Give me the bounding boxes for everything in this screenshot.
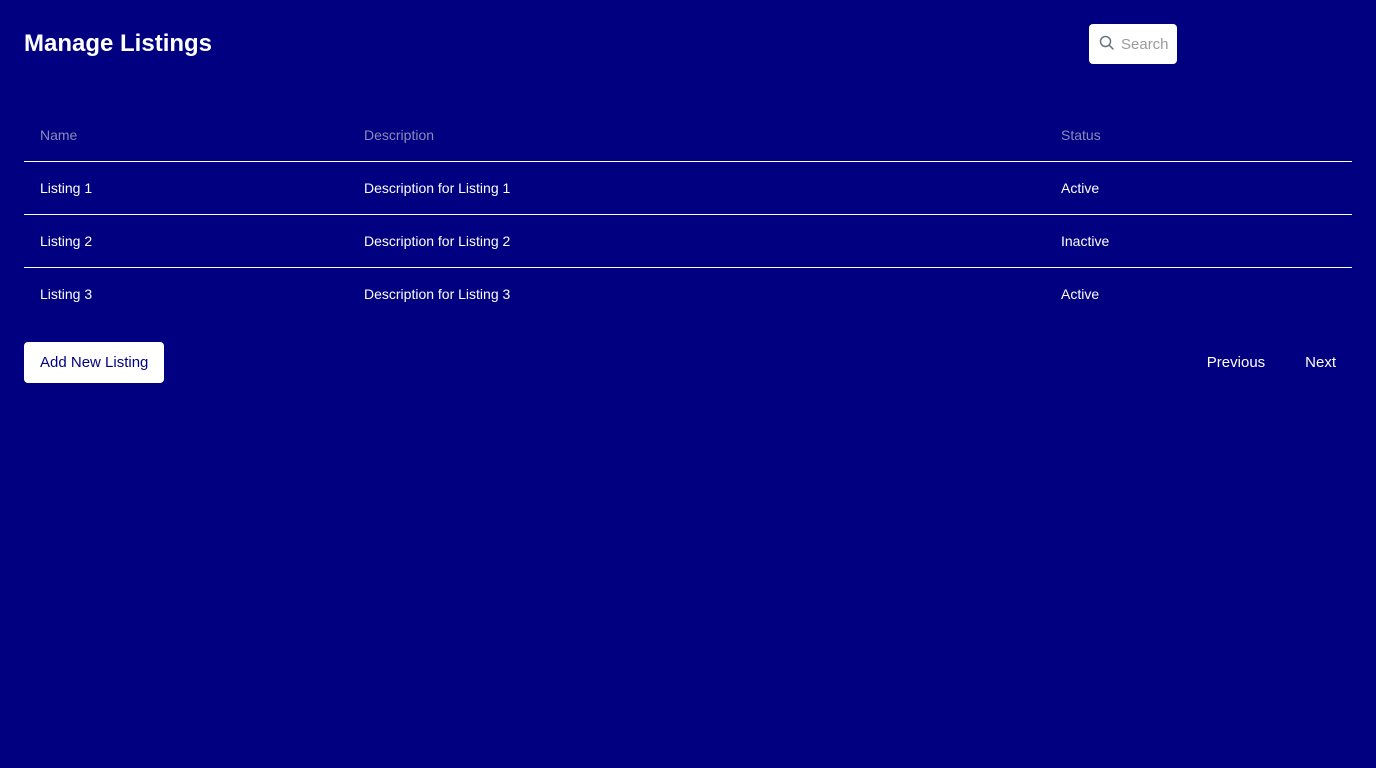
listing-name: Listing 1 [24,161,348,215]
add-new-listing-button[interactable]: Add New Listing [24,342,165,383]
table-row: Listing 1 Description for Listing 1 Acti… [24,161,1352,215]
listing-description: Description for Listing 3 [364,285,511,302]
search-box[interactable] [1089,24,1177,64]
listing-description: Description for Listing 2 [348,214,1045,268]
page-title: Manage Listings [24,30,213,57]
listing-name: Listing 3 [40,285,93,302]
listing-status: Active [1045,161,1352,215]
column-header-description: Description [348,110,1045,162]
search-icon [1099,35,1115,51]
column-header-name: Name [24,110,348,162]
column-header-status: Status [1045,110,1352,162]
search-input[interactable] [1121,24,1171,64]
next-page-button[interactable]: Next [1289,342,1352,383]
previous-page-button[interactable]: Previous [1191,342,1281,383]
pagination: Previous Next [1191,342,1352,383]
table-row: Listing 2 Description for Listing 2 Inac… [24,214,1352,268]
listings-table: Name Description Status Listing 1 Descri… [24,110,1352,320]
listing-status: Inactive [1045,214,1352,268]
listing-description: Description for Listing 1 [348,161,1045,215]
listing-status: Active [1061,285,1100,302]
listing-name: Listing 2 [24,214,348,268]
table-row: Listing 3 Description for Listing 3 Acti… [24,267,1352,320]
table-header-row: Name Description Status [24,110,1352,162]
